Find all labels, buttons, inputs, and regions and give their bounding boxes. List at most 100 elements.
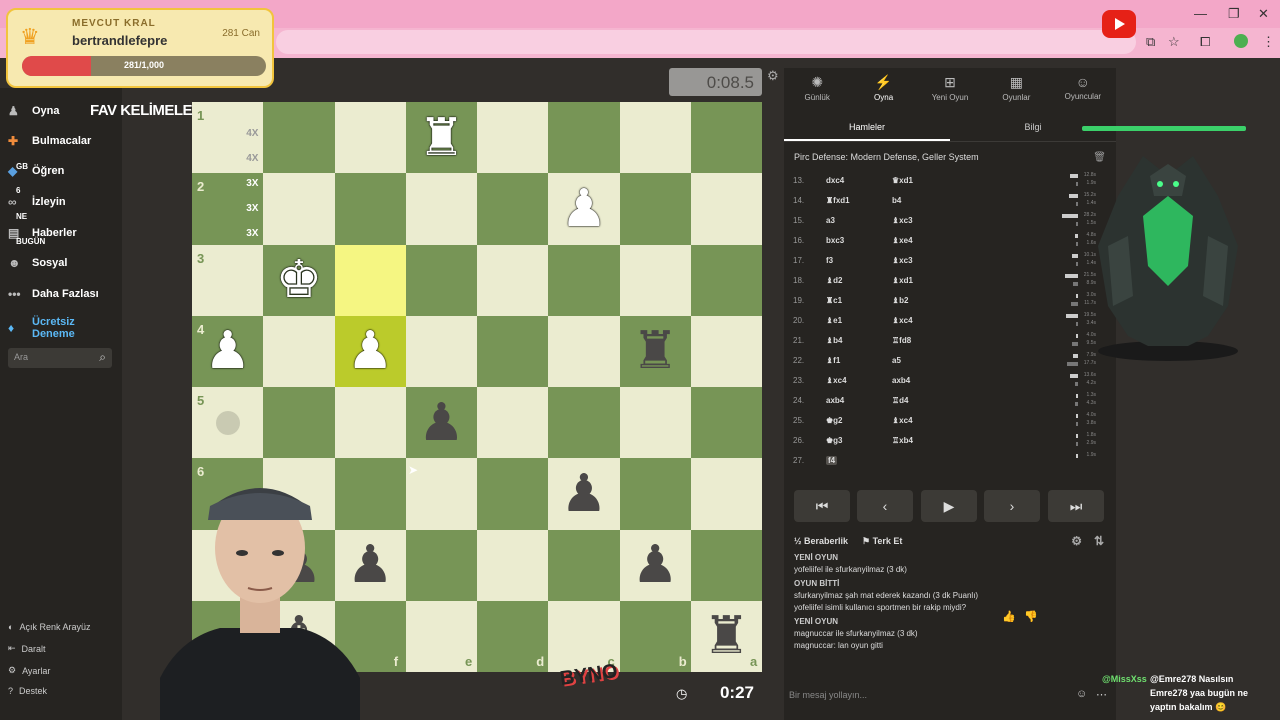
board-square[interactable] — [548, 315, 620, 387]
board-square[interactable] — [477, 244, 549, 316]
thumbs-down-icon[interactable]: 👎 — [1024, 610, 1038, 623]
black-pawn-piece[interactable]: ♟ — [406, 387, 477, 458]
board-square[interactable] — [477, 529, 549, 601]
sidebar-item-free-trial[interactable]: ♦ Ücretsiz Deneme — [8, 316, 82, 340]
thumbs-up-icon[interactable]: 👍 — [1002, 610, 1016, 623]
close-icon[interactable]: ✕ — [1258, 6, 1269, 22]
sidebar-support[interactable]: ? Destek — [8, 686, 47, 696]
white-move[interactable]: f4 — [826, 456, 838, 465]
white-move[interactable]: a3 — [826, 216, 835, 225]
black-move[interactable]: axb4 — [892, 376, 910, 385]
white-move[interactable]: ♝e1 — [826, 316, 842, 325]
black-move[interactable]: ♝b2 — [892, 296, 909, 305]
sidebar-item-play[interactable]: ♟ Oyna — [8, 104, 60, 118]
black-move[interactable]: ♝xc3 — [892, 216, 913, 225]
black-move[interactable]: a5 — [892, 356, 901, 365]
white-move[interactable]: ♝d2 — [826, 276, 843, 285]
board-square[interactable] — [477, 173, 549, 245]
board-square[interactable] — [477, 315, 549, 387]
tab-players[interactable]: ☺ Oyuncular — [1050, 68, 1116, 110]
board-square[interactable] — [548, 529, 620, 601]
sidebar-item-puzzles[interactable]: ✚ Bulmacalar — [8, 134, 91, 148]
black-move[interactable]: b4 — [892, 196, 901, 205]
board-square[interactable] — [263, 387, 335, 459]
board-square[interactable] — [690, 173, 762, 245]
black-move[interactable]: ♝xe4 — [892, 236, 913, 245]
chat-input[interactable]: Bir mesaj yollayın... — [784, 680, 1116, 710]
maximize-icon[interactable]: ❐ — [1228, 6, 1240, 22]
sidebar-item-more[interactable]: ••• Daha Fazlası — [8, 287, 99, 301]
tab-moves[interactable]: Hamleler — [784, 114, 950, 141]
board-square[interactable] — [263, 173, 335, 245]
board-square[interactable] — [405, 244, 477, 316]
white-move[interactable]: ♝f1 — [826, 356, 840, 365]
last-move-button[interactable]: ⏭ — [1048, 490, 1104, 522]
next-move-button[interactable]: › — [984, 490, 1040, 522]
white-move[interactable]: ♚g3 — [826, 436, 843, 445]
board-square[interactable] — [690, 102, 762, 174]
board-square[interactable] — [619, 102, 691, 174]
black-move[interactable]: ♝xd1 — [892, 276, 913, 285]
board-square[interactable] — [690, 244, 762, 316]
white-move[interactable]: f3 — [826, 256, 833, 265]
white-move[interactable]: ♚g2 — [826, 416, 843, 425]
white-move[interactable]: ♜fxd1 — [826, 196, 850, 205]
resign-button[interactable]: ⚑ Terk Et — [862, 536, 902, 547]
tab-daily[interactable]: ✺ Günlük — [784, 68, 850, 110]
black-rook-piece[interactable]: ♜ — [620, 316, 691, 387]
board-square[interactable] — [619, 458, 691, 530]
board-square[interactable] — [619, 244, 691, 316]
sidebar-item-social[interactable]: ☻ Sosyal — [8, 256, 67, 270]
board-square[interactable] — [619, 387, 691, 459]
board-square[interactable] — [477, 102, 549, 174]
tab-new-game[interactable]: ⊞ Yeni Oyun — [917, 68, 983, 110]
white-move[interactable]: ♝b4 — [826, 336, 843, 345]
board-square[interactable] — [334, 173, 406, 245]
minimize-icon[interactable]: — — [1194, 6, 1207, 21]
black-move[interactable]: ♝xc4 — [892, 416, 913, 425]
white-pawn-piece[interactable]: ♟ — [335, 316, 406, 387]
white-pawn-piece[interactable]: ♟ — [548, 173, 619, 244]
search-input[interactable]: Ara ⌕ — [8, 348, 112, 368]
board-square[interactable] — [690, 315, 762, 387]
black-pawn-piece[interactable]: ♟ — [620, 530, 691, 601]
board-square[interactable] — [405, 173, 477, 245]
white-king-piece[interactable]: ♚ — [263, 245, 334, 316]
youtube-icon[interactable] — [1102, 10, 1136, 38]
board-square[interactable] — [263, 102, 335, 174]
board-square[interactable] — [334, 244, 406, 316]
extensions-icon[interactable]: ⧠ — [1200, 34, 1210, 50]
emoji-icon[interactable]: ☺ — [1076, 688, 1087, 700]
board-square[interactable] — [477, 458, 549, 530]
board-square[interactable] — [405, 529, 477, 601]
play-button[interactable]: ▶ — [921, 490, 977, 522]
profile-avatar[interactable] — [1234, 34, 1248, 48]
menu-icon[interactable]: ⋮ — [1262, 34, 1275, 50]
white-rook-piece[interactable]: ♜ — [406, 102, 477, 173]
board-square[interactable] — [548, 102, 620, 174]
board-square[interactable] — [263, 315, 335, 387]
board-square[interactable] — [548, 244, 620, 316]
black-move[interactable]: ♖d4 — [892, 396, 909, 405]
first-move-button[interactable]: ⏮ — [794, 490, 850, 522]
chat-settings-icon[interactable]: ⚙ — [1071, 534, 1082, 548]
board-square[interactable] — [548, 387, 620, 459]
tab-play[interactable]: ⚡ Oyna — [850, 68, 916, 110]
black-pawn-piece[interactable]: ♟ — [548, 458, 619, 529]
black-move[interactable]: ♝xc3 — [892, 256, 913, 265]
black-move[interactable]: ♖xb4 — [892, 436, 913, 445]
board-square[interactable] — [334, 102, 406, 174]
board-square[interactable] — [619, 173, 691, 245]
tab-games[interactable]: ▦ Oyunlar — [983, 68, 1049, 110]
gear-icon[interactable]: ⚙ — [767, 68, 779, 84]
board-square[interactable] — [477, 387, 549, 459]
sidebar-settings[interactable]: ⚙ Ayarlar — [8, 665, 50, 676]
flip-icon[interactable]: ⇅ — [1094, 534, 1104, 548]
sidebar-light-ui[interactable]: ◐ Açık Renk Arayüz — [8, 622, 90, 632]
install-icon[interactable]: ⧉ — [1146, 34, 1155, 50]
move-hint-dot[interactable] — [215, 410, 240, 435]
board-square[interactable] — [405, 315, 477, 387]
black-move[interactable]: ♝xc4 — [892, 316, 913, 325]
black-move[interactable]: ♖fd8 — [892, 336, 911, 345]
sidebar-item-watch[interactable]: ∞ İzleyin — [8, 195, 66, 209]
